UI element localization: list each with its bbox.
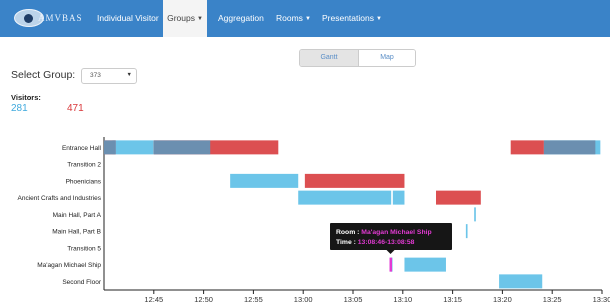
row-label: Main Hall, Part B	[52, 229, 101, 236]
row-label: Main Hall, Part A	[53, 212, 102, 219]
gantt-chart: Entrance Hall Transition 2 Phoenicians Anci…	[18, 137, 610, 304]
row-label: Transition 5	[67, 245, 101, 252]
visit-bar[interactable]	[510, 140, 544, 155]
visit-bar[interactable]	[499, 274, 543, 289]
row-label: Entrance Hall	[62, 145, 102, 152]
tooltip-time-label: Time :	[336, 239, 358, 246]
tooltip-room: Room : Ma'agan Michael Ship	[336, 229, 432, 236]
x-tick-label: 13:25	[543, 295, 562, 304]
x-tick-label: 12:55	[244, 295, 263, 304]
visit-bar[interactable]	[230, 173, 299, 188]
tooltip-time: Time : 13:08:46-13:08:58	[336, 239, 415, 246]
highlighted-visit-bar[interactable]	[389, 257, 393, 272]
row-label: Transition 2	[67, 162, 101, 169]
visit-bar[interactable]	[304, 173, 405, 188]
visit-bar[interactable]	[404, 257, 446, 272]
x-tick-label: 13:00	[294, 295, 313, 304]
tooltip-time-value: 13:08:46-13:08:58	[358, 239, 415, 246]
visit-bar[interactable]	[474, 207, 476, 222]
x-tick-label: 13:10	[393, 295, 412, 304]
x-tick-label: 13:15	[443, 295, 462, 304]
tooltip-room-label: Room :	[336, 229, 361, 236]
x-tick-label: 13:30	[593, 295, 610, 304]
row-label: Phoenicians	[66, 178, 102, 185]
x-tick-label: 13:05	[344, 295, 363, 304]
overlap-bar[interactable]	[153, 140, 211, 155]
x-tick-label: 12:45	[144, 295, 163, 304]
overlap-bar[interactable]	[104, 140, 116, 155]
tooltip-arrow	[386, 250, 395, 254]
visit-bar[interactable]	[298, 190, 392, 205]
row-label: Second Floor	[62, 279, 101, 286]
x-tick-label: 13:20	[493, 295, 512, 304]
visit-bar[interactable]	[392, 190, 405, 205]
x-tick-label: 12:50	[194, 295, 213, 304]
visit-bar[interactable]	[465, 224, 468, 239]
overlap-bar[interactable]	[543, 140, 596, 155]
row-label: Ancient Crafts and Industries	[18, 195, 102, 202]
tooltip-room-value: Ma'agan Michael Ship	[361, 229, 431, 236]
visit-bar[interactable]	[436, 190, 481, 205]
visit-bar[interactable]	[112, 140, 154, 155]
row-label: Ma'agan Michael Ship	[37, 262, 101, 269]
